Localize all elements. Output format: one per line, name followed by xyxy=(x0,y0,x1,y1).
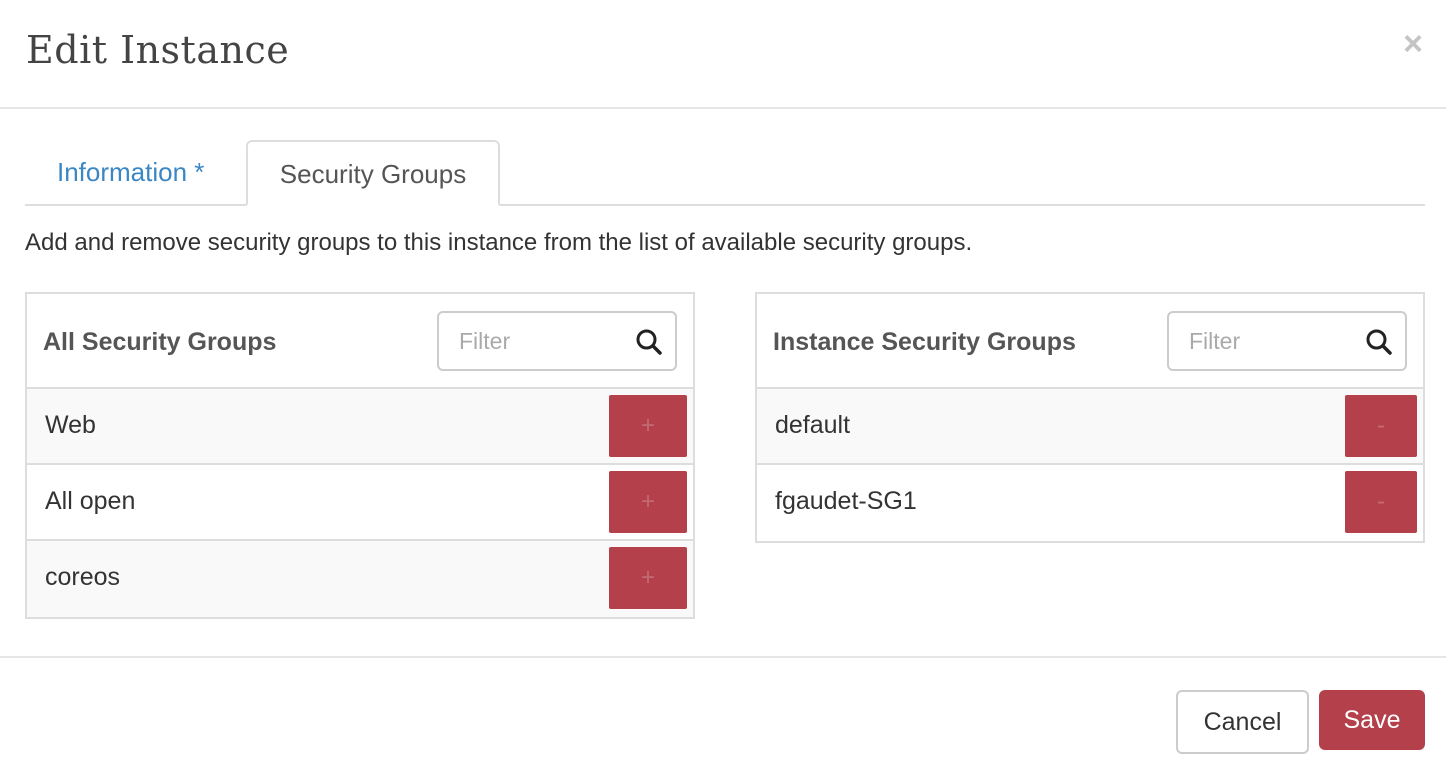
modal-footer: Cancel Save xyxy=(0,656,1446,770)
security-group-name: All open xyxy=(45,487,136,515)
add-group-button[interactable]: + xyxy=(609,471,687,533)
remove-group-button[interactable]: - xyxy=(1345,471,1417,533)
edit-instance-modal: Edit Instance × Information * Security G… xyxy=(0,0,1446,770)
panel-title: Instance Security Groups xyxy=(773,328,1076,356)
panel-title: All Security Groups xyxy=(43,328,277,356)
panel-header: Instance Security Groups xyxy=(757,294,1423,389)
tab-bar: Information * Security Groups xyxy=(25,140,1425,206)
list-item: fgaudet-SG1 - xyxy=(757,465,1423,541)
security-group-name: Web xyxy=(45,411,96,439)
list-item: All open + xyxy=(27,465,693,541)
list-item: Web + xyxy=(27,389,693,465)
filter-box xyxy=(1167,311,1407,371)
panel-header: All Security Groups xyxy=(27,294,693,389)
modal-title: Edit Instance xyxy=(26,28,290,72)
tab-security-groups[interactable]: Security Groups xyxy=(246,140,500,206)
list-item: default - xyxy=(757,389,1423,465)
search-icon[interactable] xyxy=(635,328,663,356)
filter-input[interactable] xyxy=(439,313,629,369)
filter-box xyxy=(437,311,677,371)
tab-information[interactable]: Information * xyxy=(25,140,236,206)
security-group-name: coreos xyxy=(45,563,121,591)
remove-group-button[interactable]: - xyxy=(1345,395,1417,457)
cancel-button[interactable]: Cancel xyxy=(1176,690,1309,754)
instance-security-groups-panel: Instance Security Groups default - fgaud… xyxy=(755,292,1425,543)
security-group-name: fgaudet-SG1 xyxy=(775,487,917,515)
close-icon[interactable]: × xyxy=(1398,26,1428,62)
filter-input[interactable] xyxy=(1169,313,1359,369)
save-button[interactable]: Save xyxy=(1319,690,1425,750)
help-text: Add and remove security groups to this i… xyxy=(25,229,973,256)
available-security-groups-panel: All Security Groups Web + All open + cor… xyxy=(25,292,695,619)
add-group-button[interactable]: + xyxy=(609,395,687,457)
add-group-button[interactable]: + xyxy=(609,547,687,609)
list-item: coreos + xyxy=(27,541,693,617)
search-icon[interactable] xyxy=(1365,328,1393,356)
security-group-name: default xyxy=(775,411,851,439)
modal-header: Edit Instance × xyxy=(0,0,1446,109)
